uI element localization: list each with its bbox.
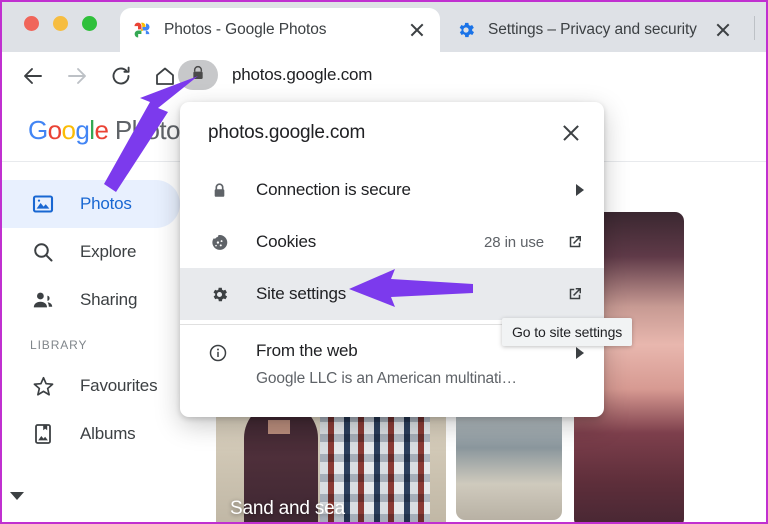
tab-title: Photos - Google Photos: [164, 21, 327, 38]
album-icon: [30, 421, 56, 447]
sidebar-item-explore[interactable]: Explore: [2, 228, 180, 276]
bubble-row-label: Site settings: [256, 284, 347, 303]
from-the-web-description: Google LLC is an American multinati…: [256, 370, 517, 387]
address-bar[interactable]: photos.google.com: [178, 58, 372, 92]
browser-window: Photos - Google Photos Settings – Privac…: [0, 0, 768, 524]
search-icon: [30, 239, 56, 265]
photo-figure-neck: [268, 420, 290, 434]
logo-letter-o1: o: [47, 115, 62, 145]
photo-caption: Sand and sea: [230, 498, 345, 519]
logo-letter-e: e: [94, 115, 109, 145]
lock-icon: [190, 65, 206, 86]
people-icon: [30, 287, 56, 313]
bubble-row-label: Connection is secure: [256, 180, 411, 199]
window-traffic-lights: [24, 16, 97, 31]
tab-divider: [754, 16, 755, 40]
bubble-row-site-settings[interactable]: Site settings: [180, 268, 604, 320]
sidebar-item-albums[interactable]: Albums: [2, 410, 180, 458]
sidebar-item-photos[interactable]: Photos: [2, 180, 180, 228]
tab-strip: Photos - Google Photos Settings – Privac…: [2, 2, 766, 52]
external-link-icon[interactable]: [566, 285, 584, 303]
cookies-count: 28 in use: [484, 233, 544, 251]
browser-toolbar: [2, 52, 766, 100]
bubble-title: photos.google.com: [208, 122, 366, 143]
close-icon[interactable]: [406, 19, 428, 41]
sidebar-item-favourites[interactable]: Favourites: [2, 362, 180, 410]
minimize-window-button[interactable]: [53, 16, 68, 31]
sidebar-item-label: Albums: [80, 424, 136, 443]
lock-icon: [208, 179, 230, 201]
sidebar-item-sharing[interactable]: Sharing: [2, 276, 180, 324]
tab-title: Settings – Privacy and security: [488, 21, 697, 38]
logo-letter-g2: g: [75, 115, 90, 145]
sidebar: Photos Explore Sharing LIBRARY Favourite…: [2, 162, 198, 522]
cookie-icon: [208, 231, 230, 253]
sidebar-item-label: Favourites: [80, 376, 158, 395]
photo-icon: [30, 191, 56, 217]
bubble-row-cookies[interactable]: Cookies 28 in use: [180, 216, 604, 268]
zoom-window-button[interactable]: [82, 16, 97, 31]
caret-down-icon[interactable]: [10, 492, 24, 500]
reload-icon[interactable]: [104, 59, 138, 93]
tab-settings[interactable]: Settings – Privacy and security: [444, 8, 746, 52]
back-arrow-icon[interactable]: [16, 59, 50, 93]
bubble-header: photos.google.com: [180, 102, 604, 164]
chevron-right-icon: [576, 347, 584, 359]
gear-icon: [456, 20, 476, 40]
external-link-icon[interactable]: [566, 233, 584, 251]
logo-letter-g: G: [28, 115, 48, 145]
tooltip-go-to-site-settings: Go to site settings: [502, 318, 633, 346]
sidebar-section-library: LIBRARY: [30, 338, 88, 352]
url-text: photos.google.com: [232, 65, 373, 84]
sidebar-item-label: Sharing: [80, 290, 138, 309]
sidebar-item-label: Photos: [80, 194, 132, 213]
info-icon: [208, 343, 230, 365]
forward-arrow-icon: [60, 59, 94, 93]
google-photos-icon: [132, 20, 152, 40]
site-information-bubble: photos.google.com Connection is secure C…: [180, 102, 604, 417]
close-window-button[interactable]: [24, 16, 39, 31]
site-information-button[interactable]: [178, 60, 218, 90]
bubble-row-connection-is-secure[interactable]: Connection is secure: [180, 164, 604, 216]
home-icon[interactable]: [148, 59, 182, 93]
sidebar-item-label: Explore: [80, 242, 137, 261]
google-photos-logo: Google Photos: [28, 115, 193, 146]
tab-photos[interactable]: Photos - Google Photos: [120, 8, 440, 52]
gear-icon: [208, 283, 230, 305]
from-the-web-title: From the web: [256, 341, 358, 360]
chevron-right-icon: [576, 184, 584, 196]
bubble-row-label: Cookies: [256, 232, 317, 251]
close-icon[interactable]: [712, 19, 734, 41]
logo-letter-o2: o: [61, 115, 76, 145]
from-the-web-body: From the web Google LLC is an American m…: [256, 341, 576, 388]
tab-peek[interactable]: [762, 8, 766, 52]
close-icon[interactable]: [558, 120, 584, 146]
star-icon: [30, 373, 56, 399]
